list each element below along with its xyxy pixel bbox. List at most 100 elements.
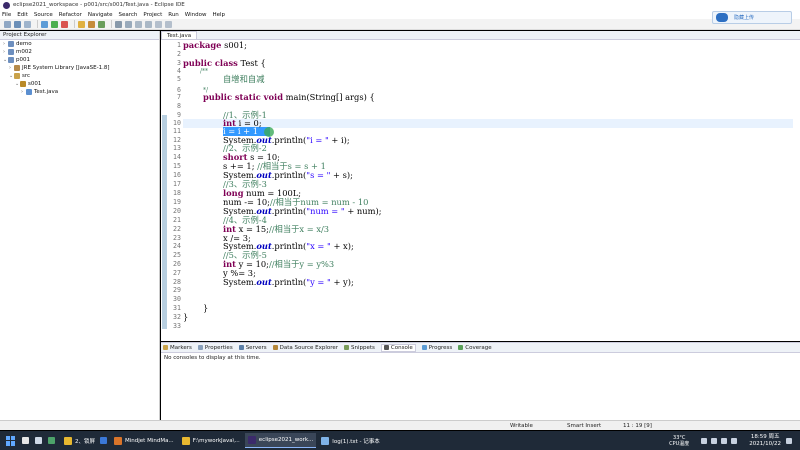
status-insert-mode: Smart Insert [567, 423, 602, 429]
tab-servers[interactable]: Servers [238, 345, 267, 351]
tab-label: Data Source Explorer [279, 344, 339, 351]
app-icon[interactable] [48, 437, 55, 444]
forward-icon[interactable] [165, 20, 172, 28]
project-explorer-header: Project Explorer [0, 31, 159, 40]
servers-icon [238, 345, 244, 350]
save-all-icon[interactable] [24, 20, 31, 28]
tree-item-test-java[interactable]: › Test.java [0, 88, 159, 96]
task-lock-screen[interactable]: 2、锁屏 [61, 433, 98, 448]
debug-icon[interactable] [41, 20, 48, 28]
cpu-temperature[interactable]: 33°C CPU温度 [669, 435, 689, 447]
tree-item-src[interactable]: ⌄ src [0, 72, 159, 80]
tree-item-p001[interactable]: ⌄ p001 [0, 56, 159, 64]
comment: //相当于y = y%3 [268, 259, 335, 269]
menu-run[interactable]: Run [168, 12, 179, 18]
task-eclipse[interactable]: eclipse2021_work... [244, 433, 317, 448]
input-method-icon[interactable] [731, 437, 738, 444]
editor-tab-label: Test.java [167, 32, 192, 39]
clock[interactable]: 18:59 周五 2021/10/22 [749, 434, 781, 448]
tree-item-m002[interactable]: › m002 [0, 48, 159, 56]
line-number: 12 [173, 136, 181, 144]
task-mindjet[interactable]: Mindjet MindMa... [111, 433, 177, 448]
menu-edit[interactable]: Edit [17, 12, 28, 18]
search-icon[interactable] [22, 437, 29, 444]
edge-icon[interactable] [100, 437, 107, 444]
menu-search[interactable]: Search [119, 12, 138, 18]
prev-annotation-icon[interactable] [145, 20, 152, 28]
tab-snippets[interactable]: Snippets [344, 345, 375, 351]
cloud-upload-button[interactable]: 隐藏上传 [712, 11, 792, 24]
tab-label: Snippets [351, 344, 375, 351]
line-number: 22 [173, 225, 181, 233]
new-package-icon[interactable] [88, 20, 95, 28]
title-bar: eclipse2021_workspace - p001/src/s001/Te… [0, 0, 800, 10]
line-number: 24 [173, 242, 181, 250]
tree-item-label: demo [16, 41, 32, 47]
code-editor[interactable]: 1 2 3 4 5 6 7 8 9 10 11 12 13 14 15 16 17 18 19 20 21 22 23 24 2… [161, 40, 800, 341]
menu-project[interactable]: Project [143, 12, 162, 18]
open-type-icon[interactable] [115, 20, 122, 28]
next-annotation-icon[interactable] [135, 20, 142, 28]
code-area[interactable]: package s001; public class Test { /** 自增… [183, 40, 793, 341]
line-number: 16 [173, 171, 181, 179]
tab-label: Markers [170, 344, 192, 351]
menu-window[interactable]: Window [185, 12, 207, 18]
notification-icon[interactable] [786, 437, 792, 444]
comment: //相当于x = x/3 [268, 224, 330, 234]
windows-start-icon[interactable] [6, 435, 16, 446]
task-label: Mindjet MindMa... [125, 437, 174, 444]
tab-progress[interactable]: Progress [421, 344, 453, 351]
line-number: 19 [173, 198, 181, 206]
coverage-icon [458, 345, 464, 350]
tree-item-demo[interactable]: › demo [0, 40, 159, 48]
code-text: main(String[] args) { [283, 92, 375, 102]
tree-item-s001[interactable]: ⌄ s001 [0, 80, 159, 88]
editor-tab-bar: Test.java [161, 31, 800, 40]
new-java-project-icon[interactable] [78, 20, 85, 28]
new-class-icon[interactable] [98, 20, 105, 28]
task-view-icon[interactable] [35, 437, 42, 444]
editor-tab-test-java[interactable]: Test.java [161, 31, 198, 39]
tab-label: Progress [428, 344, 453, 351]
tab-coverage[interactable]: Coverage [458, 345, 492, 351]
status-writable: Writable [510, 423, 533, 429]
menu-help[interactable]: Help [212, 12, 225, 18]
code-text: .println( [271, 206, 307, 216]
code-line-7: public static void main(String[] args) { [203, 93, 375, 102]
menu-file[interactable]: File [2, 12, 11, 18]
menu-source[interactable]: Source [34, 12, 53, 18]
code-text: + y); [330, 277, 354, 287]
tab-console[interactable]: Console [380, 343, 416, 352]
code-text: .println( [271, 135, 307, 145]
cloud-button-label: 隐藏上传 [734, 15, 755, 21]
menu-bar: File Edit Source Refactor Navigate Searc… [0, 10, 800, 19]
volume-icon[interactable] [721, 437, 728, 444]
mindjet-icon [114, 436, 122, 445]
code-text: .println( [271, 277, 307, 287]
code-text: + i); [328, 135, 350, 145]
code-text: + s); [330, 170, 353, 180]
tab-properties[interactable]: Properties [197, 345, 233, 351]
chevron-up-icon[interactable] [701, 437, 708, 444]
code-line-32: } [183, 312, 189, 322]
save-icon[interactable] [14, 20, 21, 28]
task-label: F:\myworkJava\... [192, 437, 240, 444]
project-explorer-panel: Project Explorer › demo › m002 ⌄ p001 › … [0, 31, 160, 420]
stop-icon[interactable] [61, 20, 68, 28]
network-icon[interactable] [711, 437, 718, 444]
mouse-click-indicator [264, 127, 274, 137]
tab-markers[interactable]: Markers [163, 345, 192, 351]
java-file-icon [26, 89, 32, 95]
package-icon [20, 81, 26, 87]
new-icon[interactable] [4, 20, 11, 28]
task-explorer[interactable]: F:\myworkJava\... [179, 433, 243, 448]
menu-refactor[interactable]: Refactor [59, 12, 82, 18]
line-number: 28 [173, 278, 181, 286]
run-icon[interactable] [51, 20, 58, 28]
back-icon[interactable] [155, 20, 162, 28]
menu-navigate[interactable]: Navigate [88, 12, 113, 18]
tree-item-jre-library[interactable]: › JRE System Library [JavaSE-1.8] [0, 64, 159, 72]
tab-data-source-explorer[interactable]: Data Source Explorer [272, 344, 339, 351]
search-icon[interactable] [125, 20, 132, 28]
task-notepad[interactable]: log(1).txt - 记事本 [318, 433, 382, 448]
